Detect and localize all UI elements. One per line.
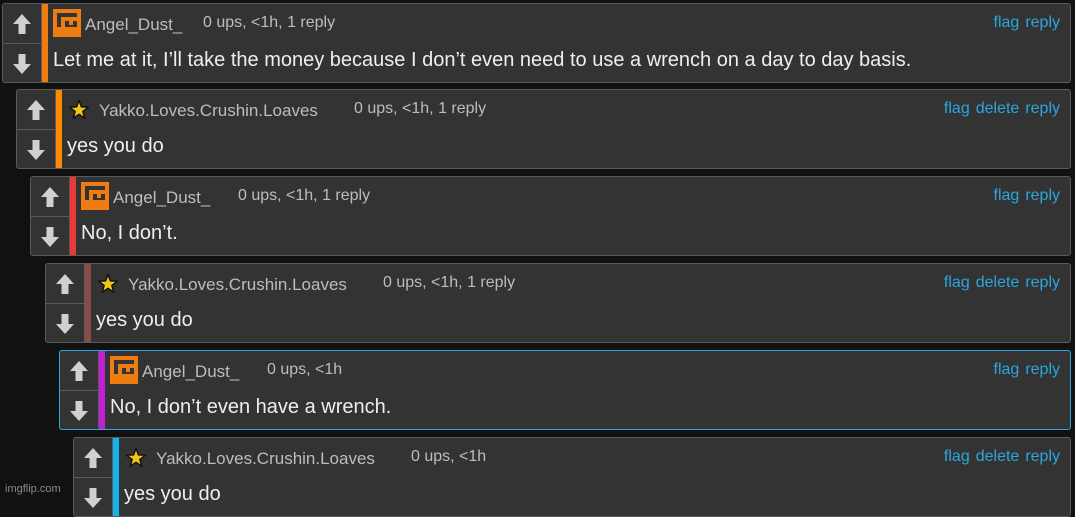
- comment-content: Angel_Dust_ 0 ups, <1h, 1 reply flag repl…: [76, 177, 1070, 255]
- arrow-up-icon: [84, 447, 102, 468]
- downvote-button[interactable]: [46, 304, 84, 342]
- upvote-button[interactable]: [46, 264, 84, 304]
- comment-text: yes you do: [96, 309, 193, 331]
- comment-actions: flag delete reply: [938, 448, 1060, 466]
- downvote-button[interactable]: [74, 478, 112, 516]
- username[interactable]: Yakko.Loves.Crushin.Loaves: [128, 275, 347, 295]
- vote-box: [74, 438, 113, 516]
- orange-logo-icon: [53, 9, 81, 37]
- flag-link[interactable]: flag: [994, 187, 1020, 204]
- vote-box: [60, 351, 99, 429]
- comment-content: Yakko.Loves.Crushin.Loaves 0 ups, <1h, 1…: [91, 264, 1070, 342]
- flag-link[interactable]: flag: [994, 14, 1020, 31]
- comment-3: Yakko.Loves.Crushin.Loaves 0 ups, <1h, 1…: [45, 263, 1071, 343]
- reply-link[interactable]: reply: [1025, 187, 1060, 204]
- comment-text: Let me at it, I’ll take the money becaus…: [53, 49, 912, 71]
- star-icon: [68, 99, 90, 119]
- username[interactable]: Angel_Dust_: [142, 362, 239, 382]
- comment-text: yes you do: [124, 483, 221, 505]
- comment-text: No, I don’t even have a wrench.: [110, 396, 392, 418]
- flag-link[interactable]: flag: [944, 448, 970, 465]
- comment-text: No, I don’t.: [81, 222, 178, 244]
- arrow-down-icon: [41, 226, 59, 247]
- flag-link[interactable]: flag: [944, 274, 970, 291]
- star-icon: [125, 447, 147, 467]
- comment-meta: 0 ups, <1h, 1 reply: [354, 100, 487, 117]
- downvote-button[interactable]: [17, 130, 55, 168]
- arrow-up-icon: [70, 360, 88, 381]
- delete-link[interactable]: delete: [976, 274, 1020, 291]
- user-avatar[interactable]: [68, 99, 92, 123]
- username[interactable]: Yakko.Loves.Crushin.Loaves: [156, 449, 375, 469]
- comment-5: Yakko.Loves.Crushin.Loaves 0 ups, <1h fl…: [73, 437, 1071, 517]
- arrow-down-icon: [84, 487, 102, 508]
- reply-link[interactable]: reply: [1025, 100, 1060, 117]
- comment-actions: flag reply: [988, 187, 1060, 205]
- user-avatar[interactable]: [97, 273, 121, 297]
- user-avatar[interactable]: [53, 9, 81, 37]
- arrow-up-icon: [41, 186, 59, 207]
- vote-box: [17, 90, 56, 168]
- comment-actions: flag delete reply: [938, 100, 1060, 118]
- reply-link[interactable]: reply: [1025, 361, 1060, 378]
- comment-0: Angel_Dust_ 0 ups, <1h, 1 reply flag repl…: [2, 3, 1071, 83]
- arrow-down-icon: [56, 313, 74, 334]
- arrow-down-icon: [13, 53, 31, 74]
- delete-link[interactable]: delete: [976, 448, 1020, 465]
- arrow-down-icon: [27, 139, 45, 160]
- reply-link[interactable]: reply: [1025, 448, 1060, 465]
- user-avatar[interactable]: [81, 182, 109, 210]
- vote-box: [3, 4, 42, 82]
- comment-meta: 0 ups, <1h, 1 reply: [203, 14, 336, 31]
- user-avatar[interactable]: [125, 447, 149, 471]
- comment-meta: 0 ups, <1h: [267, 361, 343, 378]
- flag-link[interactable]: flag: [944, 100, 970, 117]
- orange-logo-icon: [81, 182, 109, 210]
- upvote-button[interactable]: [74, 438, 112, 478]
- comment-actions: flag delete reply: [938, 274, 1060, 292]
- upvote-button[interactable]: [3, 4, 41, 44]
- comment-content: Yakko.Loves.Crushin.Loaves 0 ups, <1h fl…: [119, 438, 1070, 516]
- arrow-up-icon: [13, 13, 31, 34]
- reply-link[interactable]: reply: [1025, 274, 1060, 291]
- username[interactable]: Yakko.Loves.Crushin.Loaves: [99, 101, 318, 121]
- downvote-button[interactable]: [3, 44, 41, 82]
- comment-text: yes you do: [67, 135, 164, 157]
- arrow-down-icon: [70, 400, 88, 421]
- arrow-up-icon: [27, 99, 45, 120]
- arrow-up-icon: [56, 273, 74, 294]
- reply-link[interactable]: reply: [1025, 14, 1060, 31]
- comment-content: Angel_Dust_ 0 ups, <1h, 1 reply flag repl…: [48, 4, 1070, 82]
- upvote-button[interactable]: [17, 90, 55, 130]
- star-icon: [97, 273, 119, 293]
- user-avatar[interactable]: [110, 356, 138, 384]
- comment-4: Angel_Dust_ 0 ups, <1h flag reply No, I d…: [59, 350, 1071, 430]
- upvote-button[interactable]: [31, 177, 69, 217]
- upvote-button[interactable]: [60, 351, 98, 391]
- delete-link[interactable]: delete: [976, 100, 1020, 117]
- downvote-button[interactable]: [60, 391, 98, 429]
- comment-2: Angel_Dust_ 0 ups, <1h, 1 reply flag repl…: [30, 176, 1071, 256]
- vote-box: [46, 264, 85, 342]
- comment-meta: 0 ups, <1h: [411, 448, 487, 465]
- comment-content: Angel_Dust_ 0 ups, <1h flag reply No, I d…: [105, 351, 1070, 429]
- vote-box: [31, 177, 70, 255]
- orange-logo-icon: [110, 356, 138, 384]
- comment-actions: flag reply: [988, 361, 1060, 379]
- flag-link[interactable]: flag: [994, 361, 1020, 378]
- watermark: imgflip.com: [5, 483, 61, 495]
- downvote-button[interactable]: [31, 217, 69, 255]
- username[interactable]: Angel_Dust_: [113, 188, 210, 208]
- username[interactable]: Angel_Dust_: [85, 15, 182, 35]
- comment-meta: 0 ups, <1h, 1 reply: [383, 274, 516, 291]
- comment-1: Yakko.Loves.Crushin.Loaves 0 ups, <1h, 1…: [16, 89, 1071, 169]
- comment-content: Yakko.Loves.Crushin.Loaves 0 ups, <1h, 1…: [62, 90, 1070, 168]
- comment-meta: 0 ups, <1h, 1 reply: [238, 187, 371, 204]
- comment-actions: flag reply: [988, 14, 1060, 32]
